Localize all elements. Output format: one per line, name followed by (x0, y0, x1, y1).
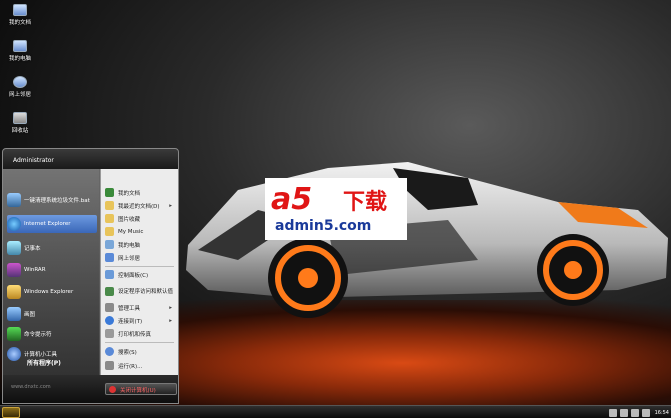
left-item-windows-explorer[interactable]: Windows Explorer (7, 283, 97, 301)
shutdown-button[interactable]: 关闭计算机(U) (105, 383, 177, 395)
power-icon (109, 386, 116, 393)
system-tray: 16:54 (608, 407, 669, 418)
left-item-cmd[interactable]: 命令提示符 (7, 325, 97, 343)
my-documents-icon (13, 4, 27, 16)
network-icon (13, 76, 27, 88)
recent-docs-icon (105, 201, 114, 210)
tray-volume-icon[interactable] (641, 408, 650, 417)
footer-url: www.dnxtc.com (11, 384, 51, 390)
desktop-icon-network[interactable]: 网上邻居 (2, 76, 38, 98)
right-item-connect-to[interactable]: 连接到(T) ▸ (105, 315, 174, 326)
network-icon (105, 253, 114, 262)
right-item-run[interactable]: 运行(R)... (105, 360, 174, 371)
start-menu-user-header: Administrator (3, 149, 178, 169)
right-item-search[interactable]: 搜索(S) (105, 346, 174, 357)
lamborghini-car-image (186, 162, 668, 318)
right-item-my-documents[interactable]: 我的文档 (105, 187, 174, 198)
defaults-icon (105, 286, 114, 296)
tray-network-icon[interactable] (630, 408, 639, 417)
paint-icon (7, 307, 21, 321)
menu-separator (105, 266, 174, 267)
chevron-right-icon: ▸ (169, 317, 172, 324)
chevron-right-icon: ▸ (169, 304, 172, 311)
clock[interactable]: 16:54 (655, 410, 669, 416)
search-icon (105, 347, 114, 356)
run-icon (105, 361, 114, 370)
left-item-cleanup[interactable]: 一键清理系统垃圾文件.bat (7, 189, 97, 211)
music-icon (105, 227, 114, 236)
places-pane: 我的文档 我最近的文档(D) ▸ 图片收藏 My Music 我的电脑 网上邻居… (100, 169, 178, 375)
tray-input-icon[interactable] (619, 408, 628, 417)
pinned-programs-pane: 一键清理系统垃圾文件.bat Internet Explorer 记事本 Win… (3, 169, 99, 375)
right-item-network[interactable]: 网上邻居 (105, 252, 174, 263)
recycle-bin-icon (13, 112, 27, 124)
right-item-pictures[interactable]: 图片收藏 (105, 213, 174, 224)
all-programs-button[interactable]: 所有程序(P) (27, 358, 61, 367)
start-button[interactable] (2, 407, 20, 418)
taskbar: 16:54 (0, 405, 671, 418)
right-item-control-panel[interactable]: 控制面板(C) (105, 269, 174, 280)
right-item-printers[interactable]: 打印机和传真 (105, 328, 174, 339)
computer-icon (105, 240, 114, 249)
left-item-winrar[interactable]: WinRAR (7, 261, 97, 279)
menu-separator (105, 342, 174, 343)
cmd-icon (7, 327, 21, 341)
left-item-notepad[interactable]: 记事本 (7, 239, 97, 257)
pictures-icon (105, 214, 114, 223)
a5-download-watermark: a5 下载 admin5.com (265, 178, 407, 240)
control-panel-icon (105, 270, 114, 279)
chevron-right-icon: ▸ (169, 202, 172, 209)
left-item-paint[interactable]: 画图 (7, 305, 97, 323)
desktop-icon-my-documents[interactable]: 我的文档 (2, 4, 38, 26)
left-item-internet-explorer[interactable]: Internet Explorer (7, 215, 97, 233)
ie-icon (7, 217, 21, 231)
notepad-icon (7, 241, 21, 255)
my-computer-icon (13, 40, 27, 52)
admin-tools-icon (105, 303, 114, 312)
winrar-icon (7, 263, 21, 277)
right-item-recent-docs[interactable]: 我最近的文档(D) ▸ (105, 200, 174, 211)
start-menu: Administrator 一键清理系统垃圾文件.bat Internet Ex… (2, 148, 179, 404)
desktop-icon-my-computer[interactable]: 我的电脑 (2, 40, 38, 62)
connect-icon (105, 316, 114, 325)
broom-icon (7, 193, 21, 207)
right-item-program-defaults[interactable]: 设定程序访问和默认值 (105, 282, 174, 300)
right-item-admin-tools[interactable]: 管理工具 ▸ (105, 302, 174, 313)
documents-icon (105, 188, 114, 197)
user-name: Administrator (13, 157, 54, 164)
printer-icon (105, 329, 114, 338)
tray-keyboard-icon[interactable] (608, 408, 617, 417)
right-item-my-music[interactable]: My Music (105, 226, 174, 237)
tool-icon (7, 347, 21, 361)
desktop-icon-recycle-bin[interactable]: 回收站 (2, 112, 38, 134)
right-item-my-computer[interactable]: 我的电脑 (105, 239, 174, 250)
explorer-icon (7, 285, 21, 299)
start-menu-footer: www.dnxtc.com 关闭计算机(U) (3, 375, 178, 403)
